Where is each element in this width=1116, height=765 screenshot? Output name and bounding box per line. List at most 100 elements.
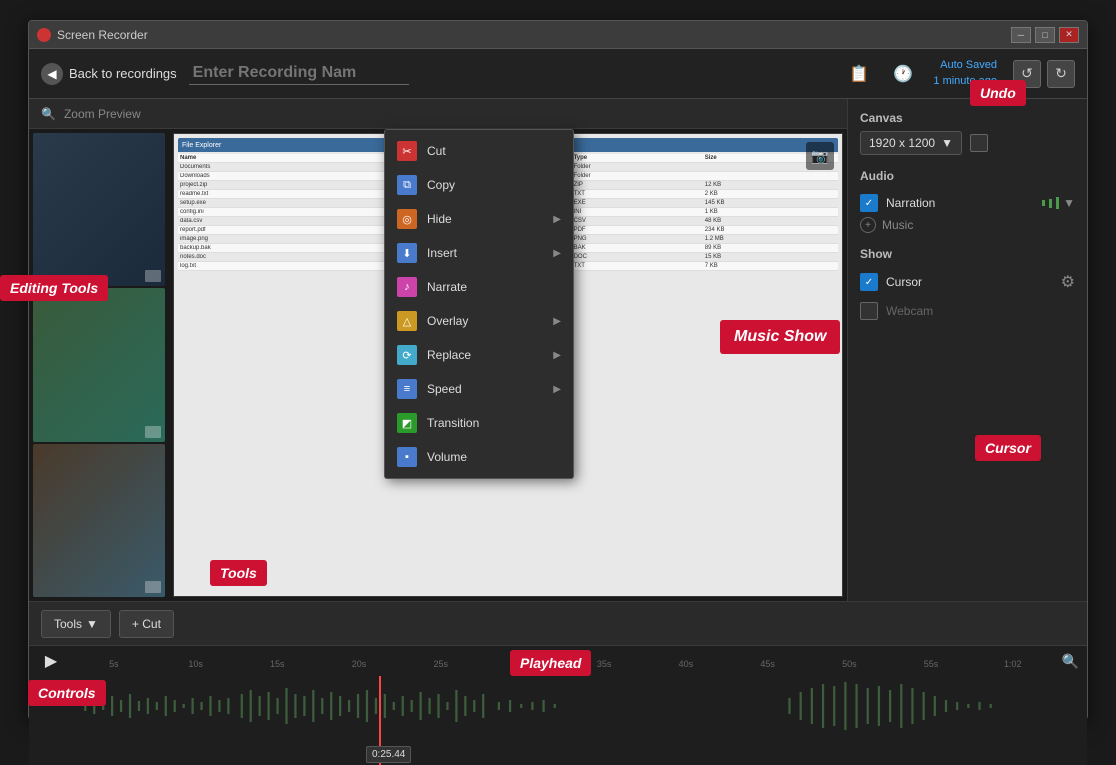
menu-item-narrate[interactable]: ♪ Narrate <box>385 270 573 304</box>
level-bar-1 <box>1042 200 1045 206</box>
play-button[interactable]: ▶ <box>37 647 65 675</box>
camera-capture-button[interactable]: 📷 <box>806 142 834 170</box>
insert-menu-icon: ⬇ <box>397 243 417 263</box>
back-label: Back to recordings <box>69 66 177 81</box>
right-panel: Canvas 1920 x 1200 ▼ Audio ✓ Narration <box>847 99 1087 601</box>
cut-menu-icon: ✂ <box>397 141 417 161</box>
show-section: Show ✓ Cursor ⚙ Webcam <box>860 247 1075 325</box>
waveform-chart <box>73 676 1079 736</box>
zoom-icon: 🔍 <box>41 107 56 121</box>
insert-arrow-icon: ▶ <box>553 248 561 259</box>
ruler-mark: 20s <box>318 659 400 669</box>
thumb-play-icon-2 <box>145 426 161 438</box>
cut-button[interactable]: + Cut <box>119 610 174 638</box>
cursor-checkbox[interactable]: ✓ <box>860 273 878 291</box>
webcam-checkbox[interactable] <box>860 302 878 320</box>
menu-item-speed[interactable]: ≡ Speed ▶ <box>385 372 573 406</box>
volume-menu-label: Volume <box>427 450 561 464</box>
zoom-bar: 🔍 Zoom Preview <box>29 99 847 129</box>
ruler-mark: 15s <box>236 659 318 669</box>
menu-item-cut[interactable]: ✂ Cut <box>385 134 573 168</box>
transition-menu-label: Transition <box>427 416 561 430</box>
canvas-title: Canvas <box>860 111 1075 125</box>
menu-item-overlay[interactable]: △ Overlay ▶ <box>385 304 573 338</box>
history-icon-button[interactable]: 🕐 <box>889 60 917 88</box>
thumb-play-icon <box>145 270 161 282</box>
canvas-aspect-checkbox[interactable] <box>970 134 988 152</box>
menu-item-transition[interactable]: ◩ Transition <box>385 406 573 440</box>
menu-item-hide[interactable]: ◎ Hide ▶ <box>385 202 573 236</box>
back-to-recordings-button[interactable]: ◀ Back to recordings <box>41 63 177 85</box>
minimize-button[interactable]: ─ <box>1011 27 1031 43</box>
zoom-label: Zoom Preview <box>64 107 141 121</box>
waveform-area[interactable]: 0:25.44 <box>29 676 1087 765</box>
back-arrow-icon: ◀ <box>41 63 63 85</box>
narration-expand[interactable]: ▼ <box>1063 196 1075 210</box>
canvas-size-row: 1920 x 1200 ▼ <box>860 131 1075 155</box>
narration-label: Narration <box>886 196 1034 210</box>
maximize-button[interactable]: □ <box>1035 27 1055 43</box>
replace-menu-icon: ⟳ <box>397 345 417 365</box>
titlebar: Screen Recorder ─ □ ✕ <box>29 21 1087 49</box>
transition-menu-icon: ◩ <box>397 413 417 433</box>
timeline-top: ▶ 5s 10s 15s 20s 25s 30s 35s 40s 45s 50s… <box>29 646 1087 676</box>
tools-button[interactable]: Tools ▼ <box>41 610 111 638</box>
ruler-mark: 25s <box>400 659 482 669</box>
cursor-label: Cursor <box>886 275 1053 289</box>
thumbnail-3[interactable] <box>33 444 165 597</box>
close-button[interactable]: ✕ <box>1059 27 1079 43</box>
webcam-label: Webcam <box>886 304 1075 318</box>
ruler-mark: 5s <box>73 659 155 669</box>
timeline: ▶ 5s 10s 15s 20s 25s 30s 35s 40s 45s 50s… <box>29 645 1087 765</box>
tools-dropdown-arrow: ▼ <box>86 617 98 631</box>
main-window: Screen Recorder ─ □ ✕ ◀ Back to recordin… <box>28 20 1088 720</box>
cut-menu-label: Cut <box>427 144 561 158</box>
copy-menu-icon: ⧉ <box>397 175 417 195</box>
plus-icon: + <box>860 217 876 233</box>
recording-name-input[interactable] <box>189 62 409 85</box>
ruler-mark: 1:02 <box>972 659 1054 669</box>
undo-button[interactable]: ↺ <box>1013 60 1041 88</box>
cursor-settings-icon[interactable]: ⚙ <box>1061 272 1075 292</box>
canvas-size-value: 1920 x 1200 <box>869 136 935 150</box>
replace-menu-label: Replace <box>427 348 543 362</box>
timeline-search-icon[interactable]: 🔍 <box>1062 653 1079 670</box>
context-menu: ✂ Cut ⧉ Copy ◎ Hide ▶ ⬇ Insert ▶ ♪ Narra… <box>384 129 574 479</box>
ruler-mark: 30s <box>482 659 564 669</box>
menu-item-volume[interactable]: ▪ Volume <box>385 440 573 474</box>
tools-label: Tools <box>54 617 82 631</box>
thumbnail-2[interactable] <box>33 288 165 441</box>
add-music-button[interactable]: + Music <box>860 217 1075 233</box>
replace-arrow-icon: ▶ <box>553 350 561 361</box>
thumb-play-icon-3 <box>145 581 161 593</box>
thumbnail-1[interactable] <box>33 133 165 286</box>
header: ◀ Back to recordings 📋 🕐 Auto Saved 1 mi… <box>29 49 1087 99</box>
menu-item-replace[interactable]: ⟳ Replace ▶ <box>385 338 573 372</box>
save-icon-button[interactable]: 📋 <box>845 60 873 88</box>
redo-button[interactable]: ↻ <box>1047 60 1075 88</box>
hide-arrow-icon: ▶ <box>553 214 561 225</box>
window-title: Screen Recorder <box>57 28 1011 42</box>
overlay-arrow-icon: ▶ <box>553 316 561 327</box>
app-icon <box>37 28 51 42</box>
ruler-mark: 40s <box>645 659 727 669</box>
timeline-ruler: 5s 10s 15s 20s 25s 30s 35s 40s 45s 50s 5… <box>73 651 1054 671</box>
titlebar-controls: ─ □ ✕ <box>1011 27 1079 43</box>
canvas-size-dropdown[interactable]: 1920 x 1200 ▼ <box>860 131 962 155</box>
level-bar-2 <box>1049 199 1052 208</box>
hide-menu-icon: ◎ <box>397 209 417 229</box>
copy-menu-label: Copy <box>427 178 561 192</box>
speed-menu-label: Speed <box>427 382 543 396</box>
narration-checkbox[interactable]: ✓ <box>860 194 878 212</box>
level-bar-3 <box>1056 197 1059 209</box>
music-label: Music <box>882 218 913 232</box>
toolbar-area: Tools ▼ + Cut <box>29 601 1087 645</box>
narration-level: ▼ <box>1042 196 1075 210</box>
menu-item-insert[interactable]: ⬇ Insert ▶ <box>385 236 573 270</box>
header-right: 📋 🕐 Auto Saved 1 minute ago ↺ ↻ <box>845 58 1075 89</box>
narrate-menu-icon: ♪ <box>397 277 417 297</box>
ruler-mark: 45s <box>727 659 809 669</box>
menu-item-copy[interactable]: ⧉ Copy <box>385 168 573 202</box>
volume-menu-icon: ▪ <box>397 447 417 467</box>
auto-saved-indicator: Auto Saved 1 minute ago <box>933 58 997 89</box>
